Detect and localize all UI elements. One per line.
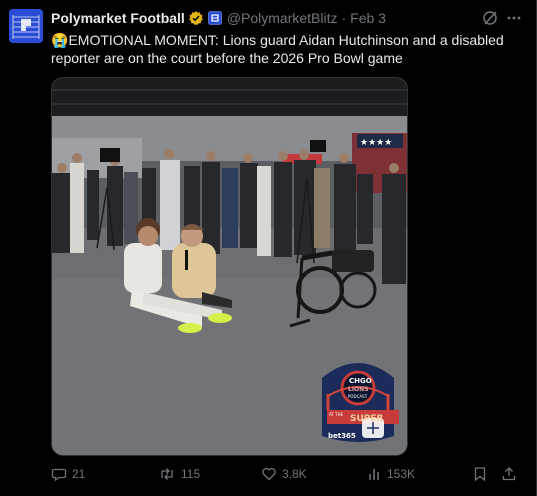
like-button[interactable]: 3.8K	[261, 463, 307, 485]
verified-badge-icon	[188, 10, 204, 26]
like-icon	[261, 466, 277, 482]
podcast-badge-top2: LIONS	[348, 386, 369, 393]
share-icon	[501, 466, 517, 482]
podcast-badge	[322, 363, 399, 442]
tweet-body: EMOTIONAL MOMENT: Lions guard Aidan Hutc…	[51, 32, 504, 66]
bookmark-icon	[473, 466, 487, 482]
author-handle[interactable]: @PolymarketBlitz	[227, 10, 338, 26]
views-count: 153K	[387, 467, 416, 481]
repost-button[interactable]: 115	[158, 463, 200, 485]
reply-button[interactable]: 21	[51, 463, 85, 485]
podcast-badge-side: AT THE	[329, 412, 344, 417]
podcast-badge-main: SUPER	[350, 414, 384, 424]
like-count: 3.8K	[282, 467, 307, 481]
podcast-badge-sub: PODCAST	[348, 394, 368, 399]
tweet-actions: 21 115 3.8K 153K	[51, 463, 521, 485]
views-button[interactable]: 153K	[368, 463, 415, 485]
bookmark-button[interactable]	[473, 463, 487, 485]
tweet-date[interactable]: Feb 3	[350, 10, 386, 26]
author-avatar[interactable]	[9, 9, 43, 43]
reply-icon	[51, 466, 67, 482]
grok-icon[interactable]	[482, 10, 498, 31]
podcast-badge-sponsor: bet365	[328, 432, 356, 440]
repost-count: 115	[181, 467, 201, 481]
affiliate-badge-icon[interactable]	[208, 11, 222, 25]
views-icon	[368, 466, 382, 482]
author-name[interactable]: Polymarket Football	[51, 10, 185, 26]
reply-count: 21	[72, 467, 86, 481]
tweet-text: 😭EMOTIONAL MOMENT: Lions guard Aidan Hut…	[51, 31, 521, 67]
tweet-card[interactable]: Polymarket Football @PolymarketBlitz · F…	[0, 0, 537, 496]
tweet-header: Polymarket Football @PolymarketBlitz · F…	[51, 9, 522, 27]
podcast-badge-top: CHGO	[349, 377, 372, 385]
separator-dot: ·	[341, 10, 347, 26]
crying-emoji-icon: 😭	[51, 32, 69, 48]
more-icon[interactable]	[506, 10, 522, 31]
share-button[interactable]	[501, 463, 517, 485]
tweet-media-photo[interactable]: ★★★★ CHGO LIONS PODCAST AT THE SUPER bet…	[51, 77, 408, 456]
svg-text:★★★★: ★★★★	[360, 138, 392, 148]
repost-icon	[158, 466, 176, 482]
